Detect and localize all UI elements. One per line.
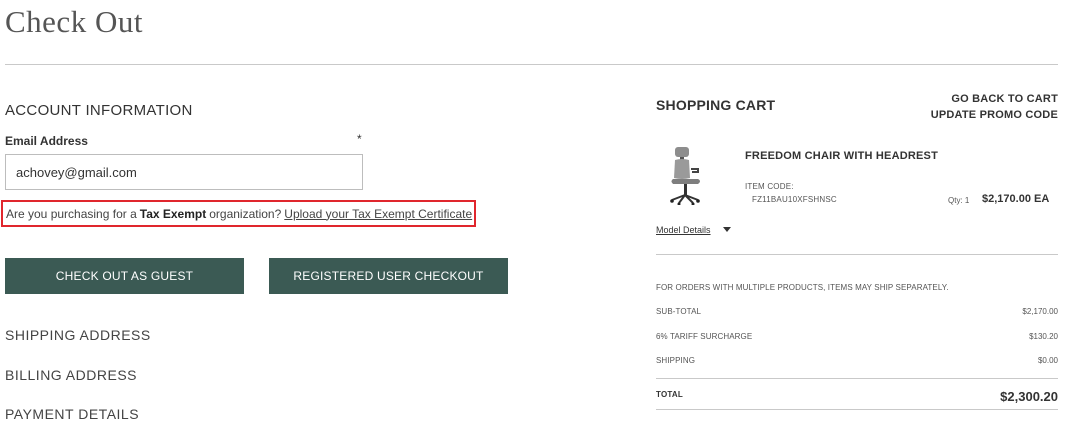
item-code-value: FZ11BAU10XFSHNSC [752, 195, 837, 204]
subtotal-label: SUB-TOTAL [656, 307, 702, 316]
checkout-as-guest-button[interactable]: CHECK OUT AS GUEST [5, 258, 244, 294]
office-chair-icon [670, 147, 700, 205]
shipping-address-section[interactable]: SHIPPING ADDRESS [5, 327, 151, 343]
registered-user-checkout-button[interactable]: REGISTERED USER CHECKOUT [269, 258, 508, 294]
title-divider [5, 64, 1058, 65]
total-value: $2,300.20 [1000, 389, 1058, 404]
tariff-value: $130.20 [1029, 332, 1058, 341]
cart-divider [656, 254, 1058, 255]
model-details-link[interactable]: Model Details [656, 225, 711, 235]
go-back-to-cart-link[interactable]: GO BACK TO CART [951, 93, 1058, 105]
item-price: $2,170.00 EA [982, 193, 1050, 205]
upload-tax-certificate-link[interactable]: Upload your Tax Exempt Certificate [284, 207, 472, 221]
chevron-down-icon[interactable] [723, 227, 731, 232]
tax-exempt-bold: Tax Exempt [139, 206, 207, 221]
shopping-cart-heading: SHOPPING CART [656, 97, 776, 113]
item-code-label: ITEM CODE: [745, 182, 794, 191]
update-promo-code-link[interactable]: UPDATE PROMO CODE [931, 109, 1058, 121]
payment-details-section[interactable]: PAYMENT DETAILS [5, 406, 139, 422]
tariff-label: 6% TARIFF SURCHARGE [656, 332, 753, 341]
subtotal-value: $2,170.00 [1022, 307, 1058, 316]
shipping-notice: FOR ORDERS WITH MULTIPLE PRODUCTS, ITEMS… [656, 283, 949, 292]
account-information-heading: ACCOUNT INFORMATION [5, 102, 193, 119]
product-name[interactable]: FREEDOM CHAIR WITH HEADREST [745, 150, 938, 162]
total-label: TOTAL [656, 390, 683, 399]
tax-exempt-notice: Are you purchasing for a Tax Exempt orga… [1, 200, 476, 227]
tax-exempt-suffix: organization? [209, 206, 282, 221]
shipping-label: SHIPPING [656, 356, 696, 365]
page-title: Check Out [5, 4, 143, 39]
shipping-value: $0.00 [1037, 356, 1058, 365]
email-input[interactable] [5, 154, 363, 190]
total-divider [656, 378, 1058, 379]
cart-bottom-divider [656, 409, 1058, 410]
required-marker: * [357, 132, 362, 146]
billing-address-section[interactable]: BILLING ADDRESS [5, 367, 137, 383]
email-label: Email Address [5, 134, 88, 148]
tax-exempt-prefix: Are you purchasing for a [6, 206, 137, 221]
item-quantity: Qty: 1 [948, 196, 970, 205]
